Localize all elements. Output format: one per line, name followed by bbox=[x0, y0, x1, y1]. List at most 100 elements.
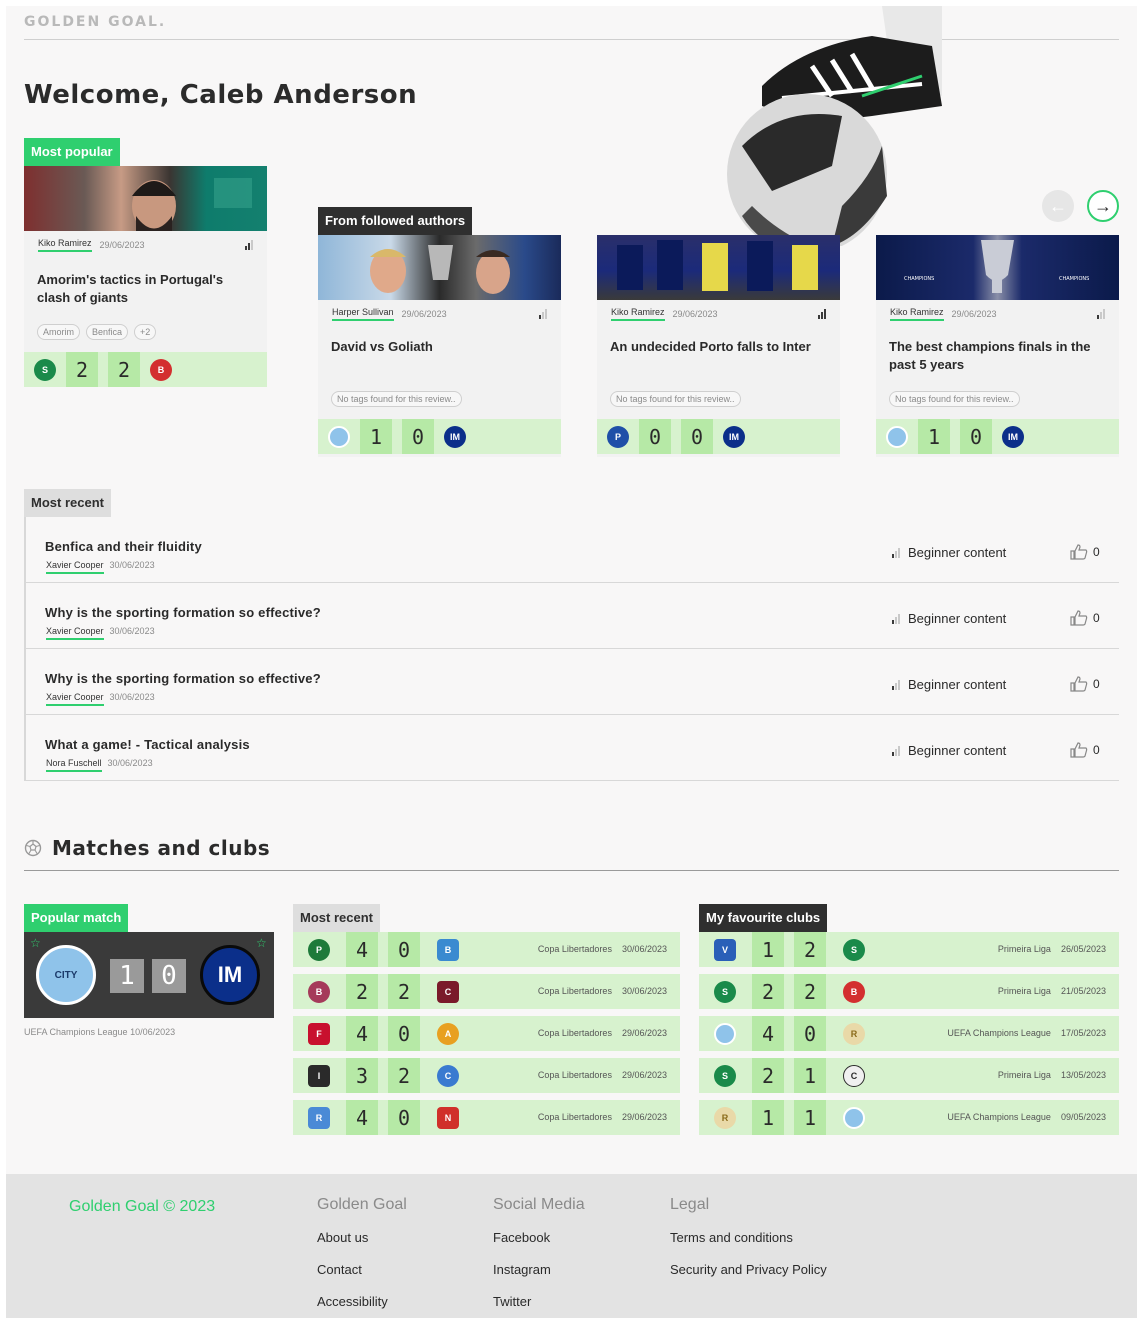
match-date: 30/06/2023 bbox=[621, 944, 667, 954]
carousel-next-button[interactable]: → bbox=[1087, 190, 1119, 222]
article-card[interactable]: From followed authors Harper Sullivan 29… bbox=[318, 207, 561, 457]
away-score: 0 bbox=[960, 419, 992, 454]
tag-pill[interactable]: Benfica bbox=[86, 324, 129, 340]
author-link[interactable]: Nora Fuschell bbox=[46, 758, 102, 772]
card-title[interactable]: The best champions finals in the past 5 … bbox=[876, 322, 1119, 384]
like-count: 0 bbox=[1093, 743, 1100, 757]
section-title: Matches and clubs bbox=[52, 836, 271, 860]
card-title[interactable]: Amorim's tactics in Portugal's clash of … bbox=[24, 253, 267, 317]
tag-pill[interactable]: Amorim bbox=[37, 324, 80, 340]
list-item[interactable]: Why is the sporting formation so effecti… bbox=[26, 583, 1119, 649]
match-info: UEFA Champions League 17/05/2023 bbox=[947, 1028, 1106, 1038]
favourite-star-icon[interactable]: ☆ bbox=[30, 936, 41, 950]
article-title[interactable]: Why is the sporting formation so effecti… bbox=[45, 605, 321, 620]
carousel-prev-button[interactable]: ← bbox=[1042, 190, 1074, 222]
away-score: 1 bbox=[794, 1100, 826, 1135]
author-link[interactable]: Xavier Cooper bbox=[46, 560, 104, 574]
difficulty-icon bbox=[892, 679, 900, 690]
competition: UEFA Champions League bbox=[947, 1028, 1051, 1038]
favourite-star-icon[interactable]: ☆ bbox=[256, 936, 267, 950]
match-row[interactable]: R 1 1 UEFA Champions League 09/05/2023 bbox=[699, 1100, 1119, 1135]
match-row[interactable]: S 2 1 C Primeira Liga 13/05/2023 bbox=[699, 1058, 1119, 1093]
card-title[interactable]: An undecided Porto falls to Inter bbox=[597, 322, 840, 384]
footer-link-instagram[interactable]: Instagram bbox=[493, 1262, 585, 1294]
date: 29/06/2023 bbox=[401, 309, 447, 319]
home-score: 1 bbox=[752, 1100, 784, 1135]
footer-link-twitter[interactable]: Twitter bbox=[493, 1294, 585, 1318]
site-logo[interactable]: GOLDEN GOAL. bbox=[24, 14, 166, 30]
match-row[interactable]: P 4 0 B Copa Libertadores 30/06/2023 bbox=[293, 932, 680, 967]
list-item[interactable]: What a game! - Tactical analysis Nora Fu… bbox=[26, 715, 1119, 781]
list-item[interactable]: Benfica and their fluidity Xavier Cooper… bbox=[26, 517, 1119, 583]
like-button[interactable]: 0 bbox=[1070, 544, 1100, 560]
man-city-crest-icon bbox=[328, 425, 350, 448]
level-label: Beginner content bbox=[908, 545, 1007, 560]
away-score: 0 bbox=[794, 1016, 826, 1051]
match-date: 21/05/2023 bbox=[1060, 986, 1106, 996]
article-title[interactable]: Why is the sporting formation so effecti… bbox=[45, 671, 321, 686]
footer-link-terms[interactable]: Terms and conditions bbox=[670, 1230, 827, 1262]
like-button[interactable]: 0 bbox=[1070, 610, 1100, 626]
author-link[interactable]: Kiko Ramirez bbox=[38, 238, 92, 252]
match-row[interactable]: F 4 0 A Copa Libertadores 29/06/2023 bbox=[293, 1016, 680, 1051]
match-row[interactable]: I 3 2 C Copa Libertadores 29/06/2023 bbox=[293, 1058, 680, 1093]
footer-column-legal: Legal Terms and conditions Security and … bbox=[670, 1196, 827, 1294]
footer-link-about[interactable]: About us bbox=[317, 1230, 407, 1262]
card-meta: Kiko Ramirez 29/06/2023 bbox=[597, 300, 840, 322]
author-link[interactable]: Harper Sullivan bbox=[332, 307, 394, 321]
like-button[interactable]: 0 bbox=[1070, 742, 1100, 758]
away-score: 0 bbox=[402, 419, 434, 454]
difficulty-icon bbox=[892, 745, 900, 756]
benfica-crest-icon: B bbox=[150, 358, 172, 381]
away-score: 0 bbox=[681, 419, 713, 454]
article-image: CHAMPIONS CHAMPIONS bbox=[876, 235, 1119, 300]
match-row[interactable]: B 2 2 C Copa Libertadores 30/06/2023 bbox=[293, 974, 680, 1009]
date: 29/06/2023 bbox=[951, 309, 997, 319]
author-link[interactable]: Xavier Cooper bbox=[46, 626, 104, 640]
away-score: 0 bbox=[388, 932, 420, 967]
article-card[interactable]: CHAMPIONS CHAMPIONS Kiko Ramirez 29/06/20… bbox=[876, 235, 1119, 457]
away-score: 0 bbox=[388, 1016, 420, 1051]
popular-match-card[interactable]: ☆ ☆ CITY 1 0 IM bbox=[24, 932, 274, 1018]
footer-link-privacy[interactable]: Security and Privacy Policy bbox=[670, 1262, 827, 1294]
welcome-heading: Welcome, Caleb Anderson bbox=[24, 80, 418, 110]
author-link[interactable]: Xavier Cooper bbox=[46, 692, 104, 706]
match-info: Copa Libertadores 30/06/2023 bbox=[538, 944, 667, 954]
page: GOLDEN GOAL. Welcome, Caleb Anderson ← →… bbox=[6, 6, 1137, 1318]
match-date: 26/05/2023 bbox=[1060, 944, 1106, 954]
match-date: 17/05/2023 bbox=[1060, 1028, 1106, 1038]
match-row[interactable]: 4 0 R UEFA Champions League 17/05/2023 bbox=[699, 1016, 1119, 1051]
article-title[interactable]: Benfica and their fluidity bbox=[45, 539, 202, 554]
author-link[interactable]: Kiko Ramirez bbox=[611, 307, 665, 321]
author-link[interactable]: Kiko Ramirez bbox=[890, 307, 944, 321]
match-info: UEFA Champions League 09/05/2023 bbox=[947, 1112, 1106, 1122]
popular-match-caption: UEFA Champions League 10/06/2023 bbox=[24, 1027, 176, 1037]
competition: Primeira Liga bbox=[997, 1070, 1051, 1080]
card-tags: No tags found for this review.. bbox=[597, 384, 840, 414]
popular-match-label: Popular match bbox=[24, 904, 129, 932]
tag-pill[interactable]: +2 bbox=[134, 324, 157, 340]
away-score: 2 bbox=[388, 1058, 420, 1093]
match-info: Primeira Liga 21/05/2023 bbox=[998, 986, 1106, 996]
match-row[interactable]: V 1 2 S Primeira Liga 26/05/2023 bbox=[699, 932, 1119, 967]
nublense-crest-icon: N bbox=[437, 1106, 459, 1129]
article-title[interactable]: What a game! - Tactical analysis bbox=[45, 737, 250, 752]
list-item[interactable]: Why is the sporting formation so effecti… bbox=[26, 649, 1119, 715]
footer-link-accessibility[interactable]: Accessibility bbox=[317, 1294, 407, 1318]
footer-link-facebook[interactable]: Facebook bbox=[493, 1230, 585, 1262]
card-title[interactable]: David vs Goliath bbox=[318, 322, 561, 384]
footer-link-contact[interactable]: Contact bbox=[317, 1262, 407, 1294]
match-row[interactable]: R 4 0 N Copa Libertadores 29/06/2023 bbox=[293, 1100, 680, 1135]
match-row[interactable]: S 2 2 B Primeira Liga 21/05/2023 bbox=[699, 974, 1119, 1009]
most-recent-label: Most recent bbox=[24, 489, 111, 517]
like-count: 0 bbox=[1093, 677, 1100, 691]
article-card[interactable]: Most popular Kiko Ramirez 29/06/2023 Amo… bbox=[24, 138, 267, 387]
soccer-ball-icon bbox=[24, 839, 42, 857]
level-label: Beginner content bbox=[908, 743, 1007, 758]
card-tags: No tags found for this review.. bbox=[876, 384, 1119, 414]
footer: Golden Goal © 2023 Golden Goal About us … bbox=[6, 1174, 1137, 1318]
like-button[interactable]: 0 bbox=[1070, 676, 1100, 692]
match-date: 29/06/2023 bbox=[621, 1070, 667, 1080]
article-card[interactable]: Kiko Ramirez 29/06/2023 An undecided Por… bbox=[597, 235, 840, 457]
away-score: 0 bbox=[388, 1100, 420, 1135]
